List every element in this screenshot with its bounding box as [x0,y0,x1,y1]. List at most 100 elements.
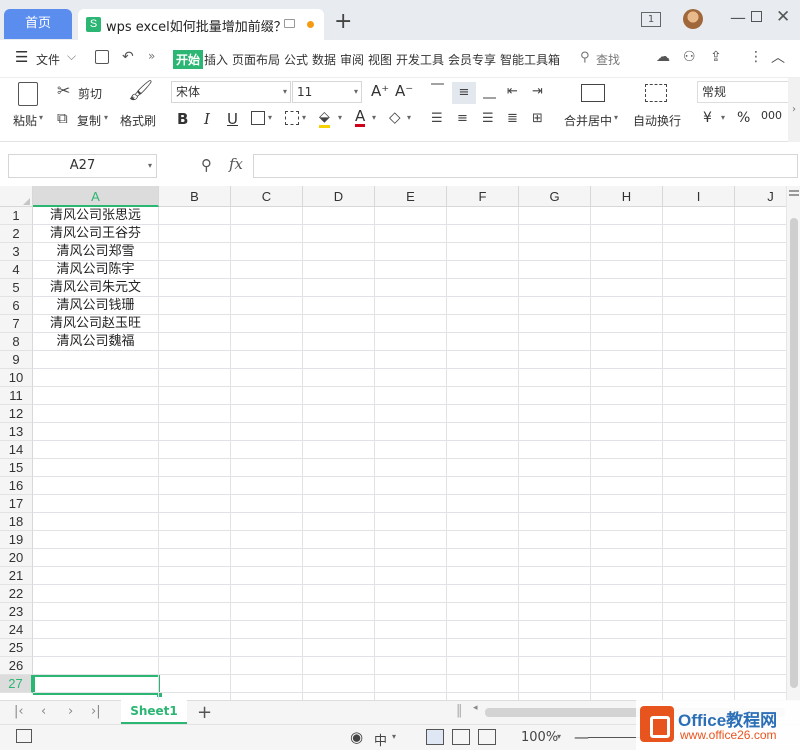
close-icon[interactable]: ✕ [776,7,790,27]
row-header[interactable]: 4 [0,261,33,279]
row-header[interactable]: 5 [0,279,33,297]
row-header[interactable]: 10 [0,369,33,387]
row-header[interactable]: 24 [0,621,33,639]
more-icon[interactable]: ⋮ [749,49,763,65]
column-header-h[interactable]: H [591,186,663,207]
cell-a6[interactable]: 清风公司钱珊 [33,297,158,315]
font-color-icon[interactable]: A [355,108,366,127]
row-header[interactable]: 18 [0,513,33,531]
underline-button[interactable]: U [227,110,238,128]
tab-developer[interactable]: 开发工具 [396,51,444,68]
search-icon[interactable]: ⚲ [580,50,590,65]
merge-dropdown-icon[interactable]: ▾ [614,113,618,122]
input-mode-dropdown-icon[interactable]: ▾ [392,732,396,741]
eraser-icon[interactable]: ◇ [389,109,401,125]
row-header[interactable]: 21 [0,567,33,585]
borders-icon[interactable] [251,111,265,125]
column-header-c[interactable]: C [231,186,303,207]
justify-icon[interactable]: ≣ [507,111,518,127]
first-sheet-icon[interactable]: |‹ [14,704,24,719]
cell-style-icon[interactable] [285,111,299,125]
zoom-level[interactable]: 100% [521,730,558,745]
percent-button[interactable]: % [737,110,750,126]
format-painter-icon[interactable]: 🖌 [128,80,153,100]
wrap-text-button[interactable]: 自动换行 [633,112,681,129]
row-header[interactable]: 17 [0,495,33,513]
tab-view[interactable]: 视图 [368,51,392,68]
cell-a7[interactable]: 清风公司赵玉旺 [33,315,158,333]
add-sheet-button[interactable]: + [197,702,212,723]
zoom-out-icon[interactable]: — [574,728,589,746]
input-mode[interactable]: 中 [374,730,387,749]
scroll-top-icon[interactable] [789,194,799,196]
row-header[interactable]: 26 [0,657,33,675]
cell-a2[interactable]: 清风公司王谷芬 [33,225,158,243]
bold-button[interactable]: B [177,110,188,128]
cell-a8[interactable]: 清风公司魏福 [33,333,158,351]
ribbon-scroll-right-icon[interactable]: › [788,78,800,142]
increase-font-icon[interactable]: A⁺ [371,82,389,100]
paste-dropdown-icon[interactable]: ▾ [39,113,43,122]
collapse-ribbon-icon[interactable]: ︿ [771,47,785,67]
copy-button[interactable]: 复制 [77,112,101,129]
save-icon[interactable] [95,50,109,64]
copy-dropdown-icon[interactable]: ▾ [104,113,108,122]
tab-formulas[interactable]: 公式 [284,51,308,68]
search-button[interactable]: 查找 [596,51,620,68]
italic-button[interactable]: I [204,110,210,128]
eye-protection-icon[interactable]: ◉ [350,728,363,746]
column-header-f[interactable]: F [447,186,519,207]
scroll-top-icon[interactable] [789,190,799,192]
align-top-icon[interactable]: ⎺ [431,83,444,99]
minimize-icon[interactable]: — [730,8,746,27]
avatar[interactable] [683,9,703,29]
cell-style-dropdown-icon[interactable]: ▾ [302,113,306,122]
cell-area[interactable]: 清风公司张思远 清风公司王谷芬 清风公司郑雪 清风公司陈宇 清风公司朱元文 清风公司钱珊清… [33,207,786,700]
decrease-font-icon[interactable]: A⁻ [395,82,413,100]
paste-button[interactable]: 粘贴 [13,112,37,129]
undo-icon[interactable]: ↶ [122,49,134,65]
row-header[interactable]: 12 [0,405,33,423]
chevron-down-icon[interactable]: ⌵ [67,49,76,64]
paste-icon[interactable] [18,82,38,106]
merge-center-icon[interactable] [581,84,605,102]
row-header[interactable]: 15 [0,459,33,477]
row-header[interactable]: 2 [0,225,33,243]
borders-dropdown-icon[interactable]: ▾ [268,113,272,122]
column-header-e[interactable]: E [375,186,447,207]
row-header[interactable]: 3 [0,243,33,261]
column-header-d[interactable]: D [303,186,375,207]
row-header[interactable]: 7 [0,315,33,333]
fill-color-dropdown-icon[interactable]: ▾ [338,113,342,122]
distribute-icon[interactable]: ⊞ [532,111,543,127]
tab-member[interactable]: 会员专享 [448,51,496,68]
column-header-i[interactable]: I [663,186,735,207]
normal-view-icon[interactable] [426,729,444,745]
row-header[interactable]: 6 [0,297,33,315]
align-bottom-icon[interactable]: ⎽ [483,85,496,101]
row-header[interactable]: 25 [0,639,33,657]
row-header[interactable]: 19 [0,531,33,549]
document-tab[interactable]: S wps excel如何批量增加前缀？ [78,9,324,40]
align-left-icon[interactable]: ☰ [431,111,443,127]
row-header[interactable]: 22 [0,585,33,603]
cell-a5[interactable]: 清风公司朱元文 [33,279,158,297]
cell-a3[interactable]: 清风公司郑雪 [33,243,158,261]
tab-review[interactable]: 审阅 [340,51,364,68]
copy-icon[interactable]: ⧉ [57,110,68,126]
name-box[interactable]: A27 ▾ [8,154,157,178]
fill-color-icon[interactable]: ⬙ [319,109,330,128]
row-header[interactable]: 23 [0,603,33,621]
cloud-icon[interactable]: ☁ [656,49,670,65]
tab-page-layout[interactable]: 页面布局 [232,51,280,68]
window-count-icon[interactable]: 1 [641,12,661,27]
file-menu[interactable]: 文件 [36,51,60,68]
select-all-corner[interactable] [0,186,33,207]
row-header[interactable]: 16 [0,477,33,495]
align-middle-icon[interactable]: ≡ [452,82,476,104]
cell-a1[interactable]: 清风公司张思远 [33,207,158,225]
cell-a4[interactable]: 清风公司陈宇 [33,261,158,279]
column-header-a[interactable]: A [33,186,159,207]
align-center-icon[interactable]: ≡ [457,111,468,127]
share-icon[interactable]: ⇪ [710,49,722,65]
